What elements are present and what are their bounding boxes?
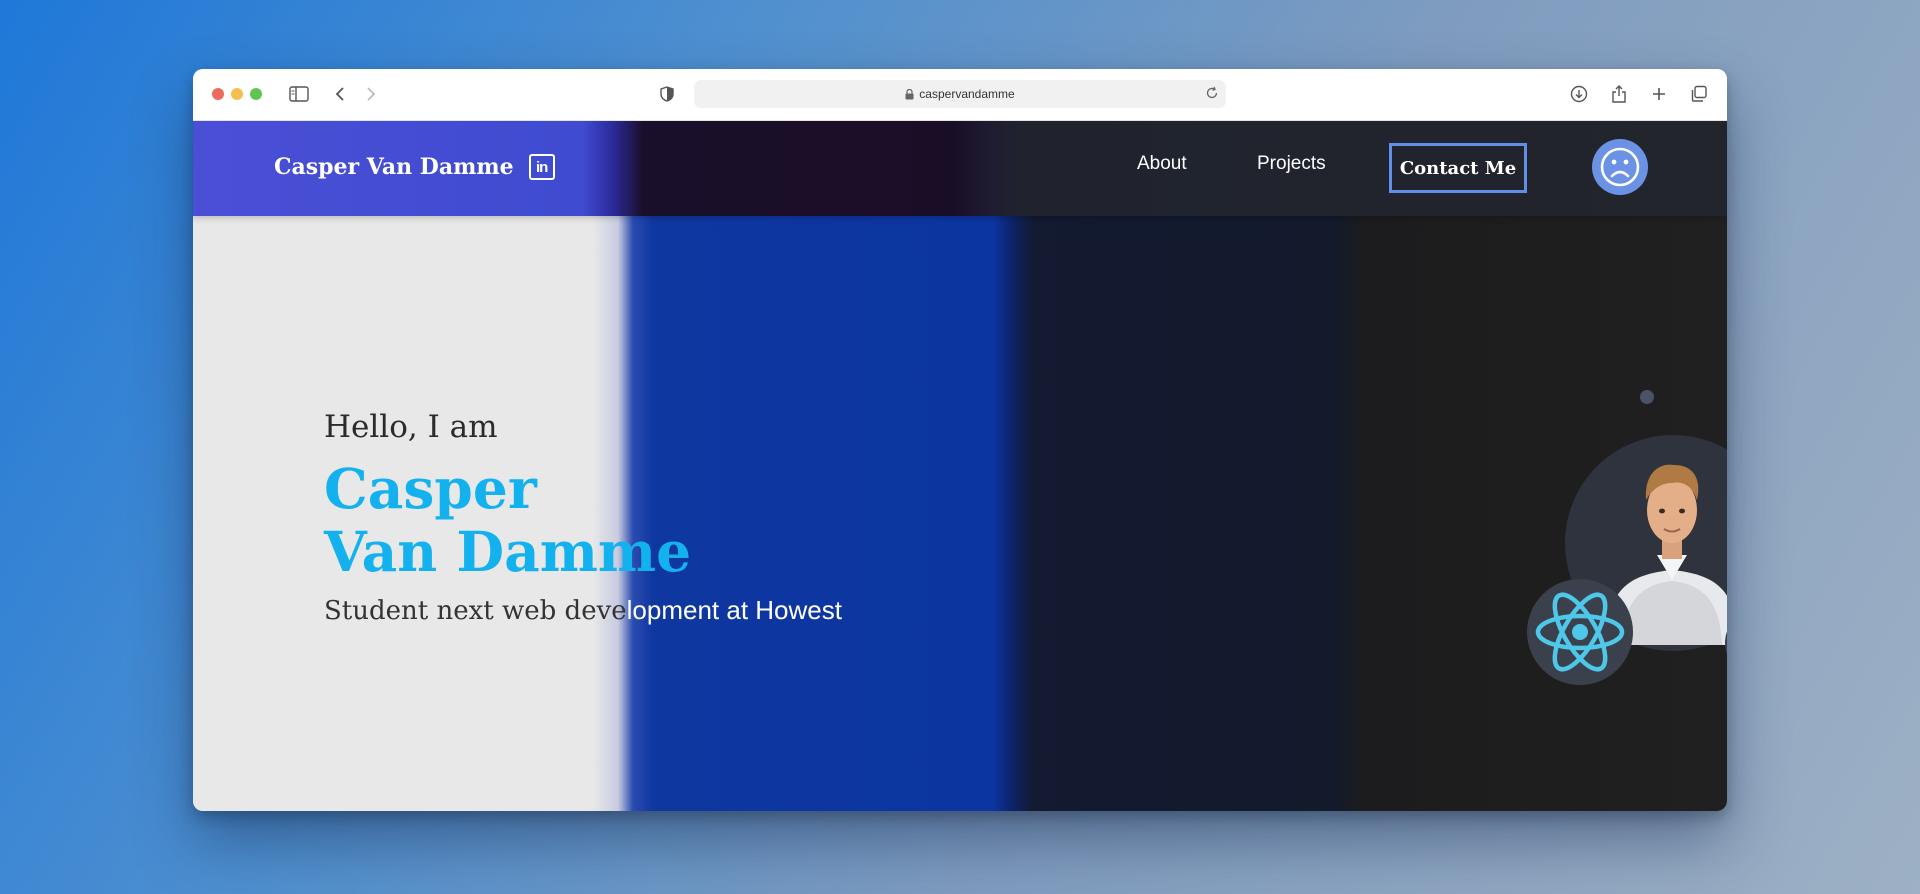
hero-name: Casper Van Damme <box>324 457 691 583</box>
tab-overview-icon[interactable] <box>1687 82 1711 106</box>
close-window-button[interactable] <box>212 88 224 100</box>
sad-face-icon <box>1600 147 1640 187</box>
nav-link-about[interactable]: About <box>1137 153 1187 175</box>
minimize-window-button[interactable] <box>231 88 243 100</box>
web-page: Casper Van Damme in About Projects Conta… <box>193 121 1727 811</box>
address-bar[interactable]: caspervandamme <box>694 80 1226 108</box>
tagline-part1: Student next web deve <box>324 596 627 626</box>
new-tab-icon[interactable] <box>1647 82 1671 106</box>
theme-toggle-button[interactable] <box>1592 139 1648 195</box>
privacy-shield-icon[interactable] <box>655 82 679 106</box>
decor-dot <box>1640 390 1654 404</box>
share-icon[interactable] <box>1607 82 1631 106</box>
site-navbar: Casper Van Damme in About Projects Conta… <box>193 121 1727 216</box>
zoom-window-button[interactable] <box>250 88 262 100</box>
linkedin-icon[interactable]: in <box>528 154 555 180</box>
brand-name[interactable]: Casper Van Damme <box>274 154 514 180</box>
brand[interactable]: Casper Van Damme in <box>274 154 555 180</box>
hero-greeting: Hello, I am <box>324 409 498 445</box>
reload-icon[interactable] <box>1205 86 1219 103</box>
downloads-icon[interactable] <box>1567 82 1591 106</box>
url-text: caspervandamme <box>919 87 1015 101</box>
tagline-part2: lopment at Howest <box>626 595 842 625</box>
react-atom-icon <box>1535 592 1625 672</box>
nav-link-projects[interactable]: Projects <box>1257 153 1326 175</box>
hero-tagline: Student next web development at Howest <box>324 595 842 626</box>
forward-icon[interactable] <box>359 82 383 106</box>
back-icon[interactable] <box>328 82 352 106</box>
greeting-text: Hello, I am <box>324 409 498 445</box>
contact-me-button[interactable]: Contact Me <box>1389 143 1527 193</box>
sidebar-toggle-icon[interactable] <box>287 82 311 106</box>
hero-name-line1: Casper <box>324 456 537 521</box>
avatar-illustration: JS Xd <box>1333 261 1727 685</box>
browser-toolbar: caspervandamme <box>193 69 1727 121</box>
hero-name-line2: Van Damme <box>324 519 692 584</box>
react-badge <box>1527 579 1633 685</box>
browser-window: caspervandamme Casper Van Damme in About… <box>193 69 1727 811</box>
lock-icon <box>905 88 914 100</box>
